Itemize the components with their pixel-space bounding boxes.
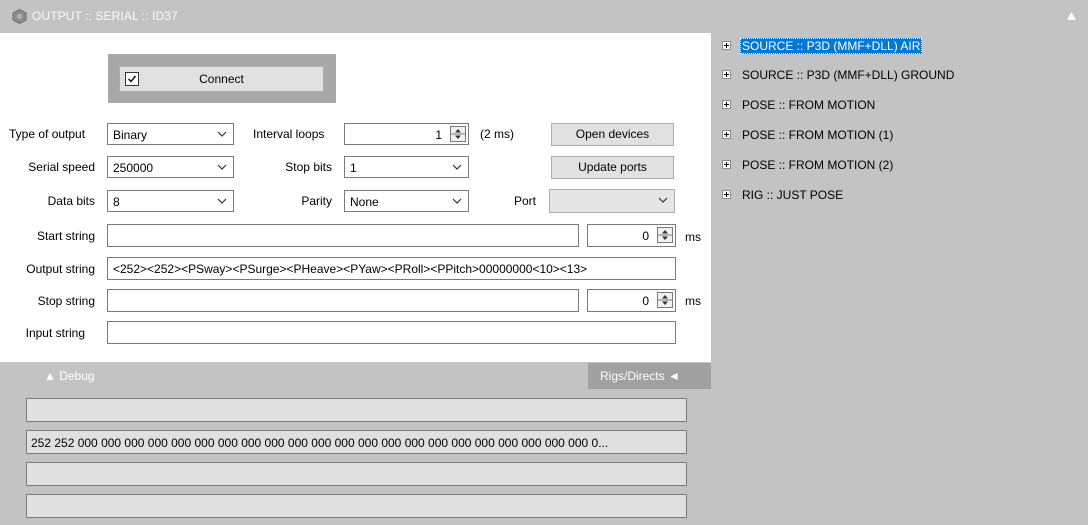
tree-item-label: POSE :: FROM MOTION (2)	[742, 158, 894, 172]
type-of-output-label: Type of output	[9, 127, 86, 141]
chevron-down-icon	[217, 164, 227, 170]
port-select[interactable]	[549, 189, 675, 213]
parity-label: Parity	[301, 194, 332, 208]
interval-unit-label: (2 ms)	[480, 127, 514, 141]
expand-plus-icon[interactable]	[722, 130, 731, 139]
connect-label: Connect	[199, 72, 244, 86]
data-bits-label: Data bits	[47, 194, 95, 208]
debug-line	[26, 398, 687, 422]
start-string-input[interactable]	[107, 224, 579, 247]
tab-rigs-directs-label: Rigs/Directs ◄	[600, 369, 680, 383]
tree-item-label: POSE :: FROM MOTION	[742, 98, 876, 112]
tab-debug-label: ▲ Debug	[44, 369, 95, 383]
open-devices-button[interactable]: Open devices	[551, 123, 674, 146]
input-string-label: Input string	[25, 326, 85, 340]
connect-checkbox[interactable]	[125, 72, 139, 86]
interval-loops-label: Interval loops	[253, 127, 325, 141]
chevron-down-icon	[217, 198, 227, 204]
tree-item-label: SOURCE :: P3D (MMF+DLL) AIR	[740, 38, 923, 54]
expand-plus-icon[interactable]	[722, 41, 731, 50]
spin-buttons[interactable]	[450, 126, 466, 142]
start-string-label: Start string	[36, 229, 95, 243]
parity-value: None	[350, 195, 379, 209]
chevron-down-icon	[217, 131, 227, 137]
spin-arrows-icon	[658, 230, 672, 240]
output-string-label: Output string	[26, 262, 95, 276]
data-bits-select[interactable]: 8	[107, 190, 234, 212]
tree-item-label: POSE :: FROM MOTION (1)	[742, 128, 894, 142]
data-bits-value: 8	[113, 195, 120, 209]
port-label: Port	[514, 194, 537, 208]
stop-delay-stepper[interactable]: 0	[587, 289, 676, 312]
output-string-input[interactable]: <252><252><PSway><PSurge><PHeave><PYaw><…	[107, 257, 676, 280]
interval-loops-stepper[interactable]: 1	[344, 123, 469, 145]
tree-item-label: RIG :: JUST POSE	[742, 188, 844, 202]
spin-arrows-icon	[451, 129, 465, 139]
expand-plus-icon[interactable]	[722, 70, 731, 79]
update-ports-button[interactable]: Update ports	[551, 156, 674, 179]
expand-plus-icon[interactable]	[722, 190, 731, 199]
stop-string-input[interactable]	[107, 289, 579, 312]
window-title: OUTPUT :: SERIAL :: ID37	[32, 9, 178, 23]
debug-line	[26, 462, 687, 486]
type-of-output-select[interactable]: Binary	[107, 123, 234, 145]
stop-bits-label: Stop bits	[285, 160, 332, 174]
checkmark-icon	[128, 75, 137, 83]
start-delay-value: 0	[642, 229, 649, 243]
start-delay-stepper[interactable]: 0	[587, 224, 676, 247]
expand-plus-icon[interactable]	[722, 100, 731, 109]
parity-select[interactable]: None	[344, 190, 469, 212]
stop-string-label: Stop string	[37, 294, 95, 308]
expand-plus-icon[interactable]	[722, 160, 731, 169]
stop-bits-select[interactable]: 1	[344, 156, 469, 178]
type-of-output-value: Binary	[113, 128, 148, 142]
app-icon	[12, 8, 27, 25]
chevron-down-icon	[658, 197, 668, 203]
interval-loops-value: 1	[435, 128, 442, 142]
tree-item-label: SOURCE :: P3D (MMF+DLL) GROUND	[742, 68, 955, 82]
chevron-down-icon	[452, 198, 462, 204]
stop-bits-value: 1	[350, 161, 357, 175]
spin-arrows-icon	[658, 295, 672, 305]
input-string-input[interactable]	[107, 321, 676, 344]
output-string-value: <252><252><PSway><PSurge><PHeave><PYaw><…	[113, 262, 588, 276]
spin-buttons[interactable]	[657, 292, 673, 308]
debug-line: 252 252 000 000 000 000 000 000 000 000 …	[26, 430, 687, 454]
stop-delay-value: 0	[642, 294, 649, 308]
serial-speed-label: Serial speed	[28, 160, 95, 174]
stop-delay-unit: ms	[685, 294, 701, 308]
collapse-up-icon[interactable]	[1066, 10, 1077, 20]
chevron-down-icon	[452, 164, 462, 170]
spin-buttons[interactable]	[657, 227, 673, 243]
serial-speed-select[interactable]: 250000	[107, 156, 234, 178]
start-delay-unit: ms	[685, 230, 701, 244]
serial-speed-value: 250000	[113, 161, 154, 175]
debug-line	[26, 494, 687, 518]
